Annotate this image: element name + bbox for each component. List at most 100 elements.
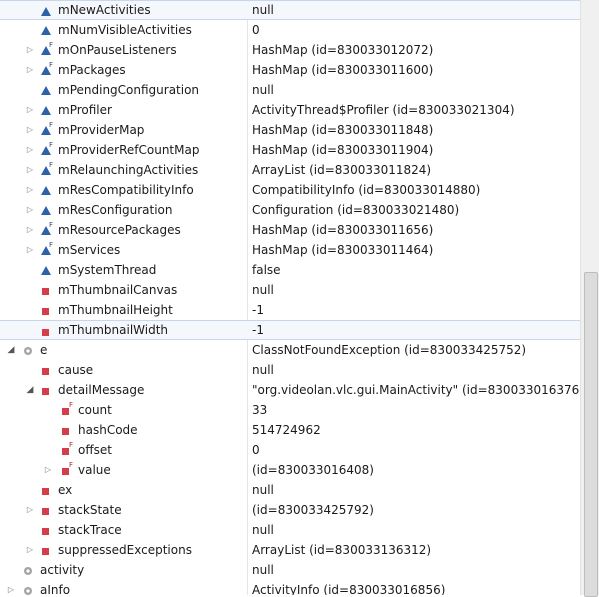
public-field-icon: F [40,240,54,260]
variable-value: (id=830033425792) [252,503,374,517]
tree-row[interactable]: ▷ mResCompatibilityInfo CompatibilityInfo … [0,180,580,200]
expand-twisty-icon[interactable]: ▷ [24,500,36,520]
public-field-icon [40,180,54,200]
expand-twisty-icon[interactable]: ▷ [24,540,36,560]
variable-name: aInfo [40,583,71,595]
tree-row[interactable]: ▷ FmResourcePackages HashMap (id=830033011… [0,220,580,240]
expand-twisty-icon[interactable]: ▷ [24,160,36,180]
public-field-icon [40,260,54,280]
expand-twisty-icon[interactable]: ▷ [24,40,36,60]
private-field-icon [40,540,54,560]
private-field-icon [40,300,54,320]
variable-name: mPendingConfiguration [58,83,200,97]
private-field-icon [40,520,54,540]
local-variable-icon [22,340,36,360]
expand-twisty-icon[interactable]: ▷ [5,580,17,595]
variable-name: mProfiler [58,103,112,117]
tree-row[interactable]: ▷ aInfo ActivityInfo (id=830033016856) [0,580,580,595]
expand-twisty-icon[interactable]: ▷ [24,60,36,80]
tree-row[interactable]: mThumbnailWidth -1 [0,320,580,340]
tree-row[interactable]: mNewActivities null [0,0,580,20]
collapse-twisty-icon[interactable]: ◢ [24,380,36,400]
final-modifier-icon: F [49,121,54,129]
tree-row[interactable]: mNumVisibleActivities 0 [0,20,580,40]
variable-value: "org.videolan.vlc.gui.MainActivity" (id=… [252,383,580,397]
tree-row[interactable]: ▷ FmOnPauseListeners HashMap (id=830033012… [0,40,580,60]
variable-name: mProviderRefCountMap [58,143,200,157]
private-field-icon [40,360,54,380]
variable-value: ArrayList (id=830033011824) [252,163,432,177]
variable-value: ActivityInfo (id=830033016856) [252,583,446,595]
expand-twisty-icon[interactable]: ▷ [24,120,36,140]
tree-row[interactable]: ex null [0,480,580,500]
variable-value: HashMap (id=830033011464) [252,243,434,257]
tree-row[interactable]: mThumbnailHeight -1 [0,300,580,320]
variables-tree: mNewActivities null mNumVisibleActivities 0… [0,0,580,595]
expand-twisty-icon[interactable]: ▷ [24,180,36,200]
variable-value: null [252,3,274,17]
tree-row[interactable]: ▷ mProfiler ActivityThread$Profiler (id=83… [0,100,580,120]
variable-name: mThumbnailHeight [58,303,173,317]
variable-name: mNewActivities [58,3,151,17]
final-modifier-icon: F [69,441,74,449]
local-variable-icon [22,580,36,595]
variable-name: mPackages [58,63,126,77]
variable-value: -1 [252,323,264,337]
private-field-icon [40,280,54,300]
private-field-icon [40,380,54,400]
tree-row[interactable]: mSystemThread false [0,260,580,280]
tree-row[interactable]: ▷ stackState (id=830033425792) [0,500,580,520]
expand-twisty-icon[interactable]: ▷ [24,220,36,240]
private-field-icon [40,321,54,341]
tree-row[interactable]: ▷ FmProviderMap HashMap (id=830033011848) [0,120,580,140]
tree-row[interactable]: activity null [0,560,580,580]
variable-value: null [252,363,274,377]
tree-row[interactable]: Foffset 0 [0,440,580,460]
tree-row[interactable]: hashCode 514724962 [0,420,580,440]
vertical-scrollbar[interactable] [580,0,599,597]
scrollbar-thumb[interactable] [584,272,598,597]
expand-twisty-icon[interactable]: ▷ [24,100,36,120]
expand-twisty-icon[interactable]: ▷ [24,200,36,220]
collapse-twisty-icon[interactable]: ◢ [5,340,17,360]
expand-twisty-icon[interactable]: ▷ [42,460,54,480]
variable-name: activity [40,563,85,577]
public-field-icon: F [40,160,54,180]
variable-value: 33 [252,403,268,417]
expand-twisty-icon[interactable]: ▷ [24,240,36,260]
tree-row[interactable]: ▷ FmRelaunchingActivities ArrayList (id=83… [0,160,580,180]
final-modifier-icon: F [49,141,54,149]
variable-value: CompatibilityInfo (id=830033014880) [252,183,481,197]
variable-name: mResConfiguration [58,203,173,217]
variable-value: false [252,263,281,277]
variable-name: mServices [58,243,121,257]
local-variable-icon [22,560,36,580]
tree-row[interactable]: ◢ detailMessage "org.videolan.vlc.gui.Main… [0,380,580,400]
variable-name: ex [58,483,73,497]
tree-row[interactable]: ▷ Fvalue (id=830033016408) [0,460,580,480]
variable-value: HashMap (id=830033011656) [252,223,434,237]
tree-row[interactable]: mPendingConfiguration null [0,80,580,100]
variable-value: null [252,83,274,97]
final-modifier-icon: F [49,241,54,249]
variable-value: ClassNotFoundException (id=830033425752) [252,343,527,357]
tree-row[interactable]: ▷ FmPackages HashMap (id=830033011600) [0,60,580,80]
tree-row[interactable]: Fcount 33 [0,400,580,420]
tree-row[interactable]: mThumbnailCanvas null [0,280,580,300]
tree-row[interactable]: ▷ mResConfiguration Configuration (id=8300… [0,200,580,220]
tree-row[interactable]: ◢ e ClassNotFoundException (id=83003342575… [0,340,580,360]
variable-name: offset [78,443,112,457]
variable-name: cause [58,363,94,377]
variable-value: HashMap (id=830033011600) [252,63,434,77]
variable-value: 0 [252,23,260,37]
tree-row[interactable]: ▷ suppressedExceptions ArrayList (id=83003… [0,540,580,560]
variable-name: mResCompatibilityInfo [58,183,194,197]
tree-row[interactable]: cause null [0,360,580,380]
tree-row[interactable]: stackTrace null [0,520,580,540]
tree-row[interactable]: ▷ FmProviderRefCountMap HashMap (id=830033… [0,140,580,160]
variable-value: 514724962 [252,423,321,437]
variable-name: mThumbnailWidth [58,323,169,337]
tree-row[interactable]: ▷ FmServices HashMap (id=830033011464) [0,240,580,260]
expand-twisty-icon[interactable]: ▷ [24,140,36,160]
variable-value: null [252,283,274,297]
